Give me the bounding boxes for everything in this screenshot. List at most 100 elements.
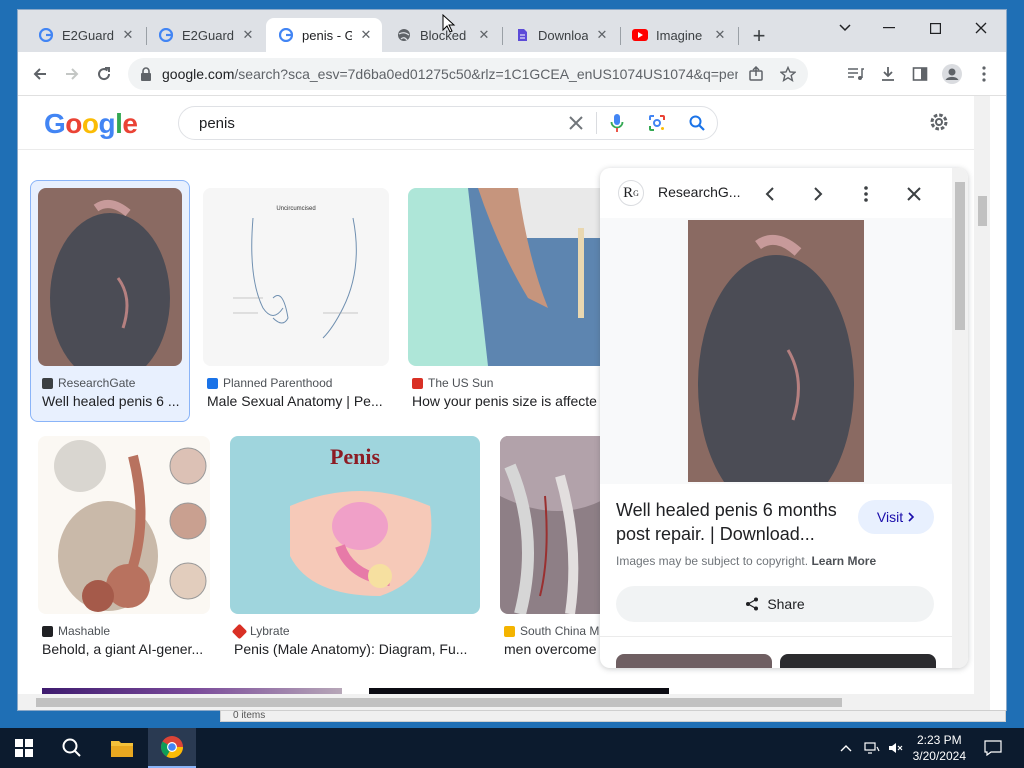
chevron-up-icon [840,745,852,752]
result-thumbnail-5[interactable]: Penis [230,436,480,614]
start-button[interactable] [0,728,48,768]
address-bar[interactable]: google.com/search?sca_esv=7d6ba0ed01275c… [128,58,808,90]
browser-toolbar: google.com/search?sca_esv=7d6ba0ed01275c… [18,52,1006,96]
researchgate-icon: RG [618,180,644,206]
share-button[interactable]: Share [616,586,934,622]
voice-search-button[interactable] [597,106,637,140]
maximize-button[interactable] [912,14,958,42]
close-window-button[interactable] [958,14,1004,42]
chevron-right-icon [908,512,915,522]
page-content: Google penis ResearchGate Well healed pe… [18,96,990,694]
page-scrollbar-thumb[interactable] [978,196,987,226]
close-icon[interactable]: ✕ [358,27,374,43]
next-image-button[interactable] [806,182,830,206]
search-box[interactable]: penis [178,106,718,140]
page-scrollbar[interactable] [974,96,990,694]
horizontal-scrollbar-thumb[interactable] [36,698,842,707]
minimize-button[interactable] [866,14,912,42]
svg-text:Uncircumcised: Uncircumcised [276,206,315,212]
side-panel-button[interactable] [908,62,932,86]
background-window-status: 0 items [220,710,1006,722]
scmp-icon [504,625,515,637]
notification-center-button[interactable] [978,728,1008,768]
chevron-right-icon [814,187,823,201]
file-explorer-button[interactable] [98,728,146,768]
result-title-2[interactable]: Male Sexual Anatomy | Pe... [207,393,387,409]
close-icon[interactable]: ✕ [120,27,136,43]
tab-title: Downloac [538,27,588,43]
network-icon [864,742,880,754]
result-thumbnail-6[interactable] [500,436,610,614]
panel-scrollbar[interactable] [952,168,968,668]
menu-button[interactable] [972,62,996,86]
document-icon [514,27,530,43]
previous-image-button[interactable] [758,182,782,206]
minimize-icon [883,27,895,29]
search-taskbar-button[interactable] [48,728,96,768]
chrome-icon [161,736,183,758]
system-tray-chevron[interactable] [836,728,856,768]
network-tray-button[interactable] [862,728,882,768]
tab-download[interactable]: Downloac ✕ [502,18,618,52]
image-preview-panel: RG ResearchG... Well healed penis 6 mont… [600,168,968,668]
result-thumbnail-3[interactable] [408,188,608,366]
profile-button[interactable] [940,62,964,86]
close-icon[interactable]: ✕ [240,27,256,43]
volume-tray-button[interactable] [886,728,906,768]
search-submit-button[interactable] [677,106,717,140]
url-text: google.com/search?sca_esv=7d6ba0ed01275c… [162,66,738,82]
learn-more-link[interactable]: Learn More [811,554,876,568]
close-panel-button[interactable] [902,182,926,206]
chrome-taskbar-button[interactable] [148,728,196,768]
volume-muted-icon [889,743,903,753]
settings-button[interactable] [928,111,950,138]
tab-e2guardian-2[interactable]: E2Guardia ✕ [146,18,264,52]
downloads-button[interactable] [876,62,900,86]
close-icon[interactable]: ✕ [594,27,610,43]
tab-title: Imagine P [656,27,706,43]
close-icon[interactable]: ✕ [712,27,728,43]
result-thumbnail-2[interactable]: Uncircumcised [203,188,389,366]
related-image-2[interactable] [780,654,936,668]
illustration-image-4 [38,436,210,614]
tab-title: E2Guardia [182,27,234,43]
result-source-3: The US Sun [412,376,493,390]
visit-button[interactable]: Visit [858,500,934,534]
panel-scrollbar-thumb[interactable] [955,182,965,330]
result-title-1[interactable]: Well healed penis 6 ... [42,393,182,409]
result-thumbnail-1[interactable] [38,188,182,366]
close-icon[interactable]: ✕ [476,27,492,43]
more-options-button[interactable] [854,182,878,206]
google-logo[interactable]: Google [44,108,138,140]
tab-google-search[interactable]: penis - Go ✕ [266,18,382,52]
horizontal-scrollbar[interactable] [18,694,990,710]
tab-youtube[interactable]: Imagine P ✕ [620,18,736,52]
diagram-image-2: Uncircumcised [203,188,389,366]
result-title-5[interactable]: Penis (Male Anatomy): Diagram, Fu... [234,641,480,657]
search-input[interactable]: penis [199,115,556,132]
reload-button[interactable] [92,62,116,86]
chevron-left-icon [765,187,774,201]
result-title-4[interactable]: Behold, a giant AI-gener... [42,641,210,657]
forward-button[interactable] [60,62,84,86]
taskbar-clock[interactable]: 2:23 PM 3/20/2024 [913,732,966,764]
back-button[interactable] [28,62,52,86]
photo-image-preview [688,220,864,482]
related-image-1[interactable] [616,654,772,668]
new-tab-button[interactable]: + [748,25,770,48]
panel-title[interactable]: Well healed penis 6 months post repair. … [616,498,856,546]
result-source-1: ResearchGate [42,376,135,390]
result-title-3[interactable]: How your penis size is affecte [412,393,600,409]
lens-search-button[interactable] [637,106,677,140]
clear-search-button[interactable] [556,106,596,140]
media-control-button[interactable] [844,62,868,86]
tab-search-button[interactable] [822,14,868,42]
share-icon [746,597,759,611]
preview-image[interactable] [688,220,864,482]
reload-icon [98,67,111,81]
kebab-menu-icon [982,66,986,82]
result-title-6[interactable]: men overcome [504,641,608,657]
tab-e2guardian-1[interactable]: E2Guardia ✕ [26,18,144,52]
panel-source[interactable]: ResearchG... [658,184,740,200]
result-thumbnail-4[interactable] [38,436,210,614]
